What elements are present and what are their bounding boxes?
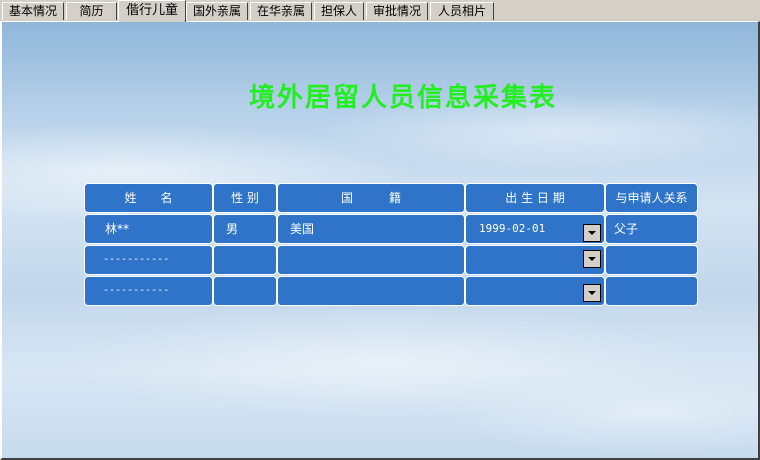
tab-guarantor[interactable]: 担保人 xyxy=(314,2,364,20)
row1-nationality[interactable]: 美国 xyxy=(277,214,465,244)
tab-approval[interactable]: 审批情况 xyxy=(366,2,428,20)
chevron-down-icon xyxy=(588,291,596,295)
row3-nationality[interactable] xyxy=(277,276,465,306)
header-gender: 性 别 xyxy=(213,183,277,213)
row2-nationality[interactable] xyxy=(277,245,465,275)
tab-china-relatives[interactable]: 在华亲属 xyxy=(250,2,312,20)
row3-relation[interactable] xyxy=(605,276,698,306)
header-name: 姓 名 xyxy=(84,183,213,213)
row1-gender[interactable]: 男 xyxy=(213,214,277,244)
row1-relation[interactable]: 父子 xyxy=(605,214,698,244)
tab-photos[interactable]: 人员相片 xyxy=(430,2,494,20)
row1-name[interactable]: 林** xyxy=(84,214,213,244)
row2-relation[interactable] xyxy=(605,245,698,275)
row3-name[interactable]: ----------- xyxy=(84,276,213,306)
row2-date-dropdown[interactable] xyxy=(583,250,601,268)
chevron-down-icon xyxy=(588,257,596,261)
form-title: 境外居留人员信息采集表 xyxy=(248,83,557,113)
header-relation: 与申请人关系 xyxy=(605,183,698,213)
header-birth-date: 出 生 日 期 xyxy=(465,183,605,213)
row3-gender[interactable] xyxy=(213,276,277,306)
tab-foreign-relatives[interactable]: 国外亲属 xyxy=(186,2,248,20)
tab-resume[interactable]: 简历 xyxy=(66,2,117,20)
tab-accompanying-children[interactable]: 偕行儿童 xyxy=(118,0,186,22)
row3-date-dropdown[interactable] xyxy=(583,284,601,302)
tab-basic-info[interactable]: 基本情况 xyxy=(2,2,64,20)
row1-date-dropdown[interactable] xyxy=(583,224,601,242)
header-nationality: 国 籍 xyxy=(277,183,465,213)
row2-name[interactable]: ----------- xyxy=(84,245,213,275)
tab-strip: 基本情况 简历 国外亲属 在华亲属 担保人 审批情况 人员相片 偕行儿童 xyxy=(0,0,760,22)
row2-gender[interactable] xyxy=(213,245,277,275)
tab-content-panel: 境外居留人员信息采集表 姓 名 性 别 国 籍 出 生 日 期 与申请人关系 林… xyxy=(0,21,760,460)
chevron-down-icon xyxy=(588,231,596,235)
